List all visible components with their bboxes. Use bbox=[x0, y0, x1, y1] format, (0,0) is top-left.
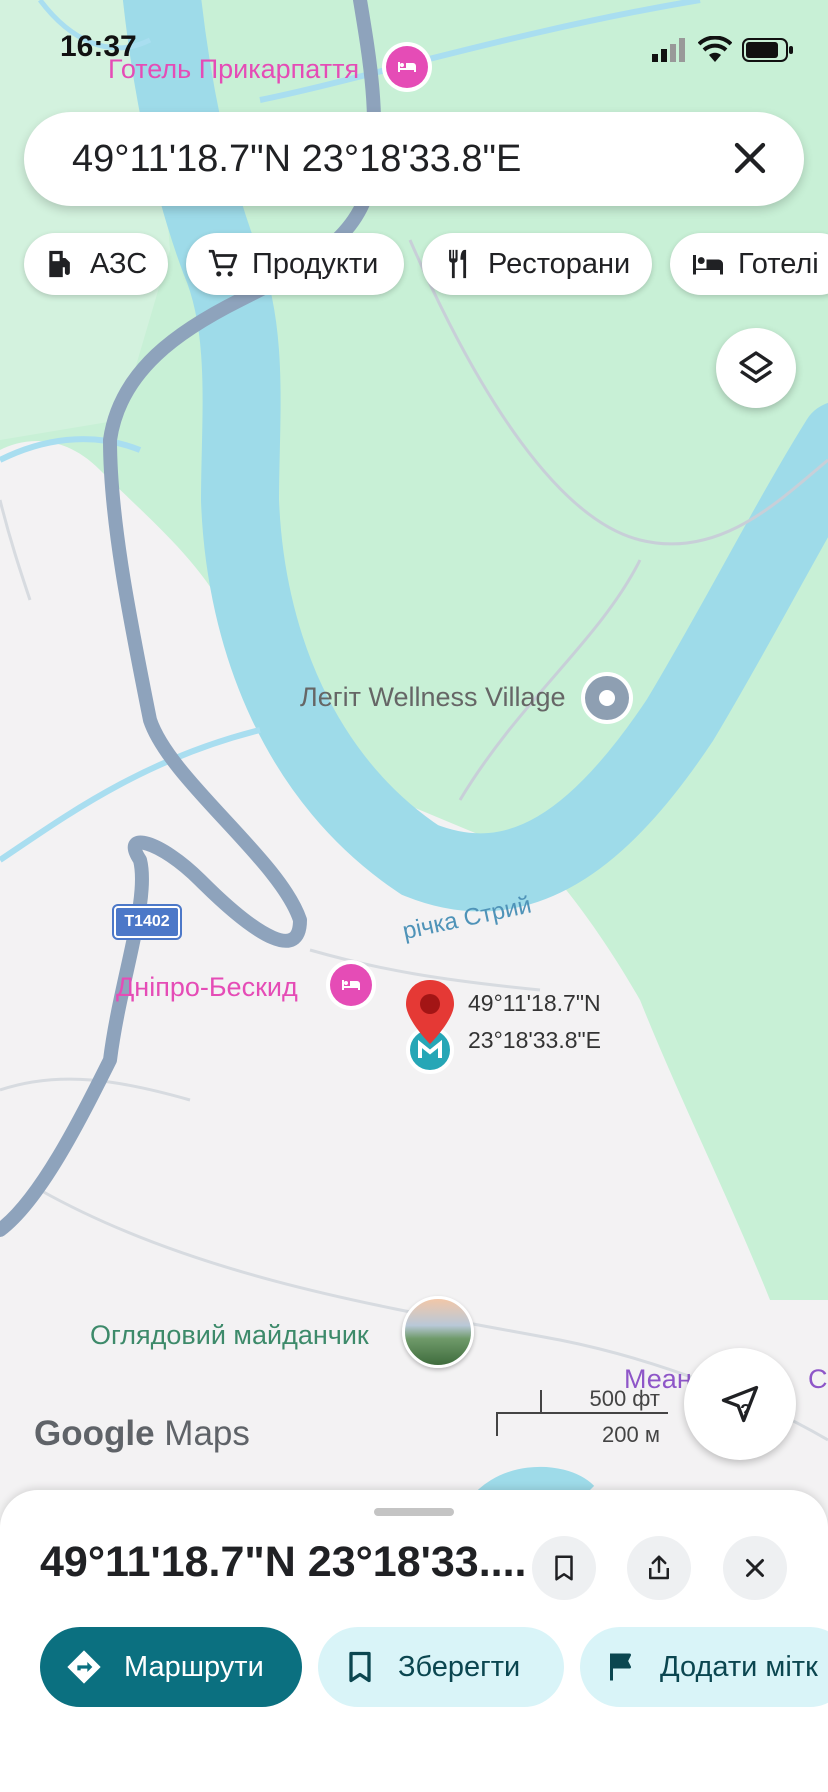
layers-button[interactable] bbox=[716, 328, 796, 408]
wifi-icon bbox=[697, 35, 733, 62]
svg-text:?: ? bbox=[740, 1400, 751, 1421]
directions-icon bbox=[67, 1650, 101, 1684]
wellness-marker[interactable] bbox=[585, 676, 629, 720]
bed-icon bbox=[693, 255, 723, 275]
action-label: Додати мітк bbox=[660, 1650, 818, 1683]
add-label-button[interactable]: Додати мітк bbox=[580, 1627, 828, 1707]
close-icon bbox=[746, 1559, 764, 1577]
share-icon bbox=[649, 1555, 669, 1580]
flag-icon bbox=[610, 1653, 631, 1681]
sheet-drag-handle[interactable] bbox=[374, 1508, 454, 1516]
chip-label: Готелі bbox=[738, 247, 819, 280]
fork-knife-icon bbox=[449, 249, 467, 279]
share-button[interactable] bbox=[627, 1536, 691, 1600]
bed-icon bbox=[342, 980, 360, 990]
directions-button[interactable]: Маршрути bbox=[40, 1627, 302, 1707]
close-icon bbox=[734, 142, 766, 174]
maps-wordmark: Maps bbox=[164, 1414, 250, 1453]
hotel-dnipro-label[interactable]: Дніпро-Бескид bbox=[116, 972, 298, 1003]
google-maps-logo: Google Maps bbox=[34, 1414, 250, 1454]
viewpoint-thumbnail[interactable] bbox=[402, 1296, 474, 1368]
scale-meters: 200 м bbox=[602, 1422, 660, 1447]
pin-coordinates: 49°11'18.7"N 23°18'33.8"E bbox=[468, 985, 601, 1059]
close-sheet-button[interactable] bbox=[723, 1536, 787, 1600]
search-bar[interactable]: 49°11'18.7"N 23°18'33.8"E bbox=[24, 112, 804, 206]
clear-search-button[interactable] bbox=[724, 132, 776, 184]
action-label: Маршрути bbox=[124, 1650, 264, 1683]
hotel-dnipro-marker[interactable] bbox=[330, 964, 372, 1006]
viewpoint-label[interactable]: Оглядовий майданчик bbox=[90, 1320, 369, 1351]
chip-groceries[interactable]: Продукти bbox=[186, 233, 404, 295]
search-input[interactable]: 49°11'18.7"N 23°18'33.8"E bbox=[72, 138, 521, 181]
action-label: Зберегти bbox=[398, 1650, 521, 1683]
road-shield: T1402 bbox=[112, 904, 182, 940]
purple-place-label-end[interactable]: С bbox=[808, 1364, 828, 1395]
bed-icon bbox=[398, 62, 416, 72]
status-time: 16:37 bbox=[60, 30, 137, 63]
pin-longitude: 23°18'33.8"E bbox=[468, 1027, 602, 1053]
chip-gas-stations[interactable]: АЗС bbox=[24, 233, 168, 295]
chip-label: Ресторани bbox=[488, 247, 631, 280]
hotel-top-label[interactable]: Готель Прикарпаття bbox=[108, 54, 359, 85]
chip-restaurants[interactable]: Ресторани bbox=[422, 233, 652, 295]
chip-label: Продукти bbox=[252, 247, 379, 280]
road-shield-label: T1402 bbox=[124, 913, 170, 930]
google-wordmark: Google bbox=[34, 1414, 155, 1453]
save-button[interactable]: Зберегти bbox=[318, 1627, 564, 1707]
scale-feet: 500 фт bbox=[589, 1386, 660, 1411]
wellness-label[interactable]: Легіт Wellness Village bbox=[300, 682, 566, 713]
cart-icon bbox=[208, 249, 238, 277]
save-bookmark-button[interactable] bbox=[532, 1536, 596, 1600]
place-title: 49°11'18.7"N 23°18'33.... bbox=[40, 1538, 527, 1586]
place-bottom-sheet: 49°11'18.7"N 23°18'33.... Маршрути Збере… bbox=[0, 1490, 828, 1792]
chip-label: АЗС bbox=[90, 247, 148, 280]
pin-latitude: 49°11'18.7"N bbox=[468, 990, 601, 1016]
navigation-button[interactable]: ? bbox=[684, 1348, 796, 1460]
bookmark-icon bbox=[349, 1651, 371, 1683]
layers-icon bbox=[739, 351, 773, 383]
battery-icon bbox=[742, 38, 794, 62]
map-canvas[interactable]: річка Стрий bbox=[0, 0, 828, 1500]
scale-bar: 500 фт 200 м bbox=[496, 1386, 668, 1447]
chip-hotels[interactable]: Готелі bbox=[670, 233, 828, 295]
hotel-top-marker[interactable] bbox=[386, 46, 428, 88]
dropped-pin[interactable] bbox=[403, 978, 457, 1078]
signal-icon bbox=[652, 38, 688, 62]
navigate-question-icon: ? bbox=[721, 1385, 759, 1423]
gas-station-icon bbox=[49, 250, 70, 278]
bookmark-icon bbox=[555, 1555, 573, 1581]
location-pin-icon bbox=[406, 980, 454, 1074]
